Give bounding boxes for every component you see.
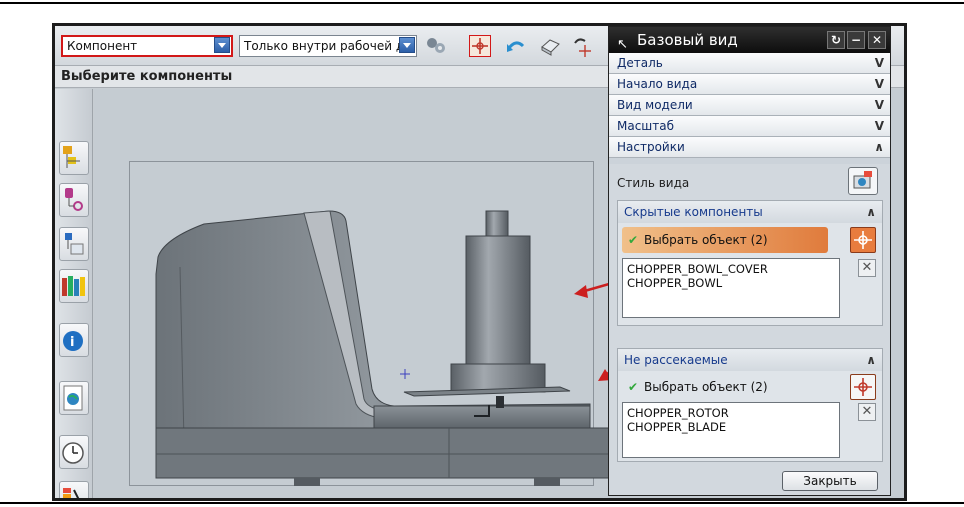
assembly-filter-icon[interactable] bbox=[425, 35, 447, 57]
hidden-select-object[interactable]: ✔ Выбрать объект (2) bbox=[622, 227, 828, 253]
clock-icon bbox=[62, 442, 84, 464]
checkmark-icon: ✔ bbox=[628, 380, 639, 394]
roles-tab[interactable] bbox=[59, 481, 89, 498]
chevron-down-icon: V bbox=[874, 98, 884, 112]
view-select-icon[interactable] bbox=[539, 35, 561, 57]
chevron-up-icon: ∧ bbox=[874, 140, 884, 154]
section-label: Вид модели bbox=[617, 98, 693, 112]
type-filter-value: Компонент bbox=[67, 39, 138, 53]
assembly-navigator-icon bbox=[63, 146, 80, 168]
remove-nosection-button[interactable]: ✕ bbox=[858, 403, 876, 421]
snap-point-icon[interactable] bbox=[469, 35, 491, 57]
chevron-down-icon: V bbox=[874, 77, 884, 91]
chevron-up-icon: ∧ bbox=[866, 353, 876, 367]
hidden-components-list[interactable]: CHOPPER_BOWL_COVER CHOPPER_BOWL bbox=[622, 258, 840, 318]
dialog-title: Базовый вид bbox=[637, 31, 738, 49]
non-sectioned-group: Не рассекаемые ∧ ✔ Выбрать объект (2) CHO… bbox=[617, 348, 883, 462]
part-navigator-icon bbox=[65, 233, 84, 255]
history-tab[interactable] bbox=[59, 435, 89, 469]
section-model-view[interactable]: Вид модели V bbox=[609, 95, 890, 116]
base-view-dialog: ↖ Базовый вид ↻ − ✕ Деталь V Начало вида V… bbox=[608, 26, 891, 496]
crosshair-icon bbox=[854, 378, 872, 396]
select-object-label: Выбрать объект (2) bbox=[644, 233, 768, 247]
type-filter-select[interactable]: Компонент bbox=[61, 35, 233, 57]
close-button[interactable]: Закрыть bbox=[782, 471, 878, 491]
bottom-rule bbox=[0, 502, 964, 504]
non-sectioned-header[interactable]: Не рассекаемые ∧ bbox=[618, 349, 882, 371]
hidden-components-header[interactable]: Скрытые компоненты ∧ bbox=[618, 201, 882, 223]
non-sectioned-list[interactable]: CHOPPER_ROTOR CHOPPER_BLADE bbox=[622, 402, 840, 458]
section-part[interactable]: Деталь V bbox=[609, 53, 890, 74]
info-icon: i bbox=[63, 331, 83, 351]
section-scale[interactable]: Масштаб V bbox=[609, 116, 890, 137]
app-window: Компонент Только внутри рабочей д Выбери… bbox=[52, 23, 907, 501]
list-item[interactable]: CHOPPER_BOWL_COVER bbox=[627, 262, 835, 276]
history-palette-tab[interactable] bbox=[59, 381, 89, 415]
list-item[interactable]: CHOPPER_ROTOR bbox=[627, 406, 835, 420]
chevron-down-icon[interactable] bbox=[214, 37, 230, 53]
constraint-navigator-icon bbox=[65, 188, 83, 211]
select-object-label: Выбрать объект (2) bbox=[644, 380, 768, 394]
view-style-label: Стиль вида bbox=[617, 176, 690, 190]
list-item[interactable]: CHOPPER_BLADE bbox=[627, 420, 835, 434]
constraint-navigator-tab[interactable] bbox=[59, 183, 89, 217]
hidden-pick-button[interactable] bbox=[850, 227, 876, 253]
svg-text:i: i bbox=[70, 335, 74, 350]
chevron-down-icon[interactable] bbox=[399, 37, 415, 53]
part-navigator-tab[interactable] bbox=[59, 227, 89, 261]
view-style-button[interactable] bbox=[848, 167, 878, 195]
assembly-navigator-tab[interactable] bbox=[59, 141, 89, 175]
undo-select-icon[interactable] bbox=[571, 35, 593, 57]
section-label: Начало вида bbox=[617, 77, 698, 91]
section-label: Деталь bbox=[617, 56, 663, 70]
section-settings[interactable]: Настройки ∧ bbox=[609, 137, 890, 158]
globe-document-icon bbox=[63, 385, 83, 411]
chevron-down-icon: V bbox=[874, 56, 884, 70]
chevron-down-icon: V bbox=[874, 119, 884, 133]
return-arrow-icon[interactable] bbox=[505, 35, 527, 57]
minimize-icon[interactable]: − bbox=[847, 31, 865, 49]
nosection-pick-button[interactable] bbox=[850, 374, 876, 400]
checkmark-icon: ✔ bbox=[628, 233, 639, 247]
settings-body: Стиль вида Скрытые компоненты ∧ ✔ Выбрать… bbox=[609, 164, 890, 495]
reset-icon[interactable]: ↻ bbox=[827, 31, 845, 49]
chevron-up-icon: ∧ bbox=[866, 205, 876, 219]
group-title: Скрытые компоненты bbox=[624, 205, 763, 219]
top-rule bbox=[0, 2, 964, 4]
dialog-titlebar[interactable]: ↖ Базовый вид ↻ − ✕ bbox=[609, 27, 890, 53]
hidden-components-group: Скрытые компоненты ∧ ✔ Выбрать объект (2)… bbox=[617, 200, 883, 326]
reuse-library-icon bbox=[62, 276, 85, 296]
close-icon[interactable]: ✕ bbox=[868, 31, 886, 49]
resource-bar: i bbox=[55, 89, 93, 498]
remove-hidden-button[interactable]: ✕ bbox=[858, 259, 876, 277]
section-label: Настройки bbox=[617, 140, 685, 154]
system-materials-icon bbox=[63, 488, 80, 498]
web-browser-tab[interactable]: i bbox=[59, 323, 89, 357]
group-title: Не рассекаемые bbox=[624, 353, 728, 367]
section-label: Масштаб bbox=[617, 119, 675, 133]
scope-select[interactable]: Только внутри рабочей д bbox=[239, 35, 417, 57]
nosection-select-object[interactable]: ✔ Выбрать объект (2) bbox=[622, 374, 768, 400]
reuse-library-tab[interactable] bbox=[59, 269, 89, 303]
list-item[interactable]: CHOPPER_BOWL bbox=[627, 276, 835, 290]
scope-value: Только внутри рабочей д bbox=[244, 39, 405, 53]
section-view-origin[interactable]: Начало вида V bbox=[609, 74, 890, 95]
view-style-icon bbox=[853, 171, 872, 189]
crosshair-icon bbox=[854, 231, 872, 249]
